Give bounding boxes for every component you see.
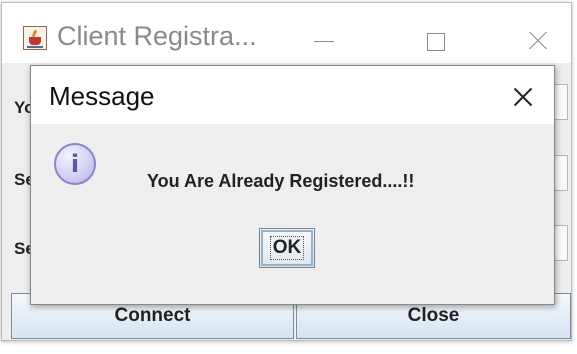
dialog-title: Message xyxy=(49,81,155,111)
java-app-icon xyxy=(23,26,47,50)
window-titlebar[interactable]: Client Registra... xyxy=(2,3,571,63)
dialog-close-icon[interactable] xyxy=(501,76,545,116)
window-close-icon[interactable] xyxy=(512,17,558,55)
window-title: Client Registra... xyxy=(57,21,257,51)
minimize-icon[interactable] xyxy=(302,17,348,55)
ok-button[interactable]: OK xyxy=(259,228,315,268)
dialog-message: You Are Already Registered....!! xyxy=(147,171,415,191)
ok-button-label: OK xyxy=(269,236,305,260)
dialog-titlebar[interactable]: Message xyxy=(31,66,554,124)
maximize-icon[interactable] xyxy=(407,17,453,55)
message-dialog: Message i You Are Already Registered....… xyxy=(30,65,555,305)
info-icon: i xyxy=(54,143,96,185)
